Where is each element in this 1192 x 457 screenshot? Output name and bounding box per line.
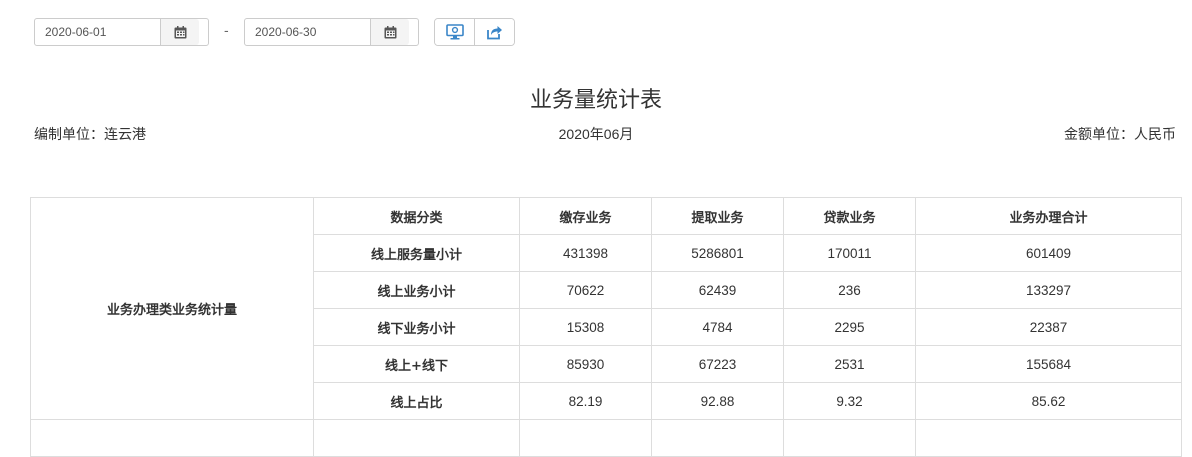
column-header: 业务办理合计 — [915, 197, 1182, 235]
table-cell: 85930 — [519, 345, 652, 383]
column-header: 缴存业务 — [519, 197, 652, 235]
monitor-icon — [445, 24, 464, 40]
column-header: 数据分类 — [313, 197, 520, 235]
table-cell: 92.88 — [651, 382, 784, 420]
end-date-input[interactable] — [245, 19, 370, 45]
table-row-partial — [30, 419, 1182, 457]
row-label: 线上+线下 — [313, 345, 520, 383]
calendar-icon — [384, 25, 396, 38]
start-date-input[interactable] — [35, 19, 160, 45]
table-cell: 22387 — [915, 308, 1182, 346]
end-date-picker — [244, 18, 419, 46]
calendar-icon — [174, 25, 186, 38]
table-cell: 170011 — [783, 234, 916, 272]
report-period: 2020年06月 — [558, 126, 634, 142]
table-cell: 70622 — [519, 271, 652, 309]
table-cell: 5286801 — [651, 234, 784, 272]
start-calendar-button[interactable] — [160, 19, 199, 45]
table-cell: 155684 — [915, 345, 1182, 383]
action-button-group — [434, 18, 515, 46]
table-cell: 236 — [783, 271, 916, 309]
table-cell: 2295 — [783, 308, 916, 346]
column-header: 提取业务 — [651, 197, 784, 235]
export-button[interactable] — [474, 19, 514, 45]
group-label-cell: 业务办理类业务统计量 — [30, 197, 314, 420]
statistics-table: 业务办理类业务统计量 数据分类 缴存业务 提取业务 贷款业务 业务办理合计 线上… — [30, 197, 1182, 457]
end-calendar-button[interactable] — [370, 19, 409, 45]
table-cell: 2531 — [783, 345, 916, 383]
row-label: 线上占比 — [313, 382, 520, 420]
table-cell: 82.19 — [519, 382, 652, 420]
table-cell: 62439 — [651, 271, 784, 309]
table-cell: 85.62 — [915, 382, 1182, 420]
table-cell: 9.32 — [783, 382, 916, 420]
date-range-separator: - — [224, 22, 229, 38]
row-label: 线下业务小计 — [313, 308, 520, 346]
start-date-picker — [34, 18, 209, 46]
share-export-icon — [487, 26, 502, 40]
column-header: 贷款业务 — [783, 197, 916, 235]
row-label: 线上业务小计 — [313, 271, 520, 309]
row-label: 线上服务量小计 — [313, 234, 520, 272]
table-cell: 133297 — [915, 271, 1182, 309]
report-title: 业务量统计表 — [529, 88, 662, 113]
table-cell: 431398 — [519, 234, 652, 272]
table-cell: 67223 — [651, 345, 784, 383]
table-header-row: 业务办理类业务统计量 数据分类 缴存业务 提取业务 贷款业务 业务办理合计 — [30, 197, 1182, 420]
table-cell: 15308 — [519, 308, 652, 346]
screen-view-button[interactable] — [435, 19, 474, 45]
table-cell: 4784 — [651, 308, 784, 346]
table-cell: 601409 — [915, 234, 1182, 272]
currency-unit-label: 金额单位：人民币 — [1064, 127, 1176, 143]
